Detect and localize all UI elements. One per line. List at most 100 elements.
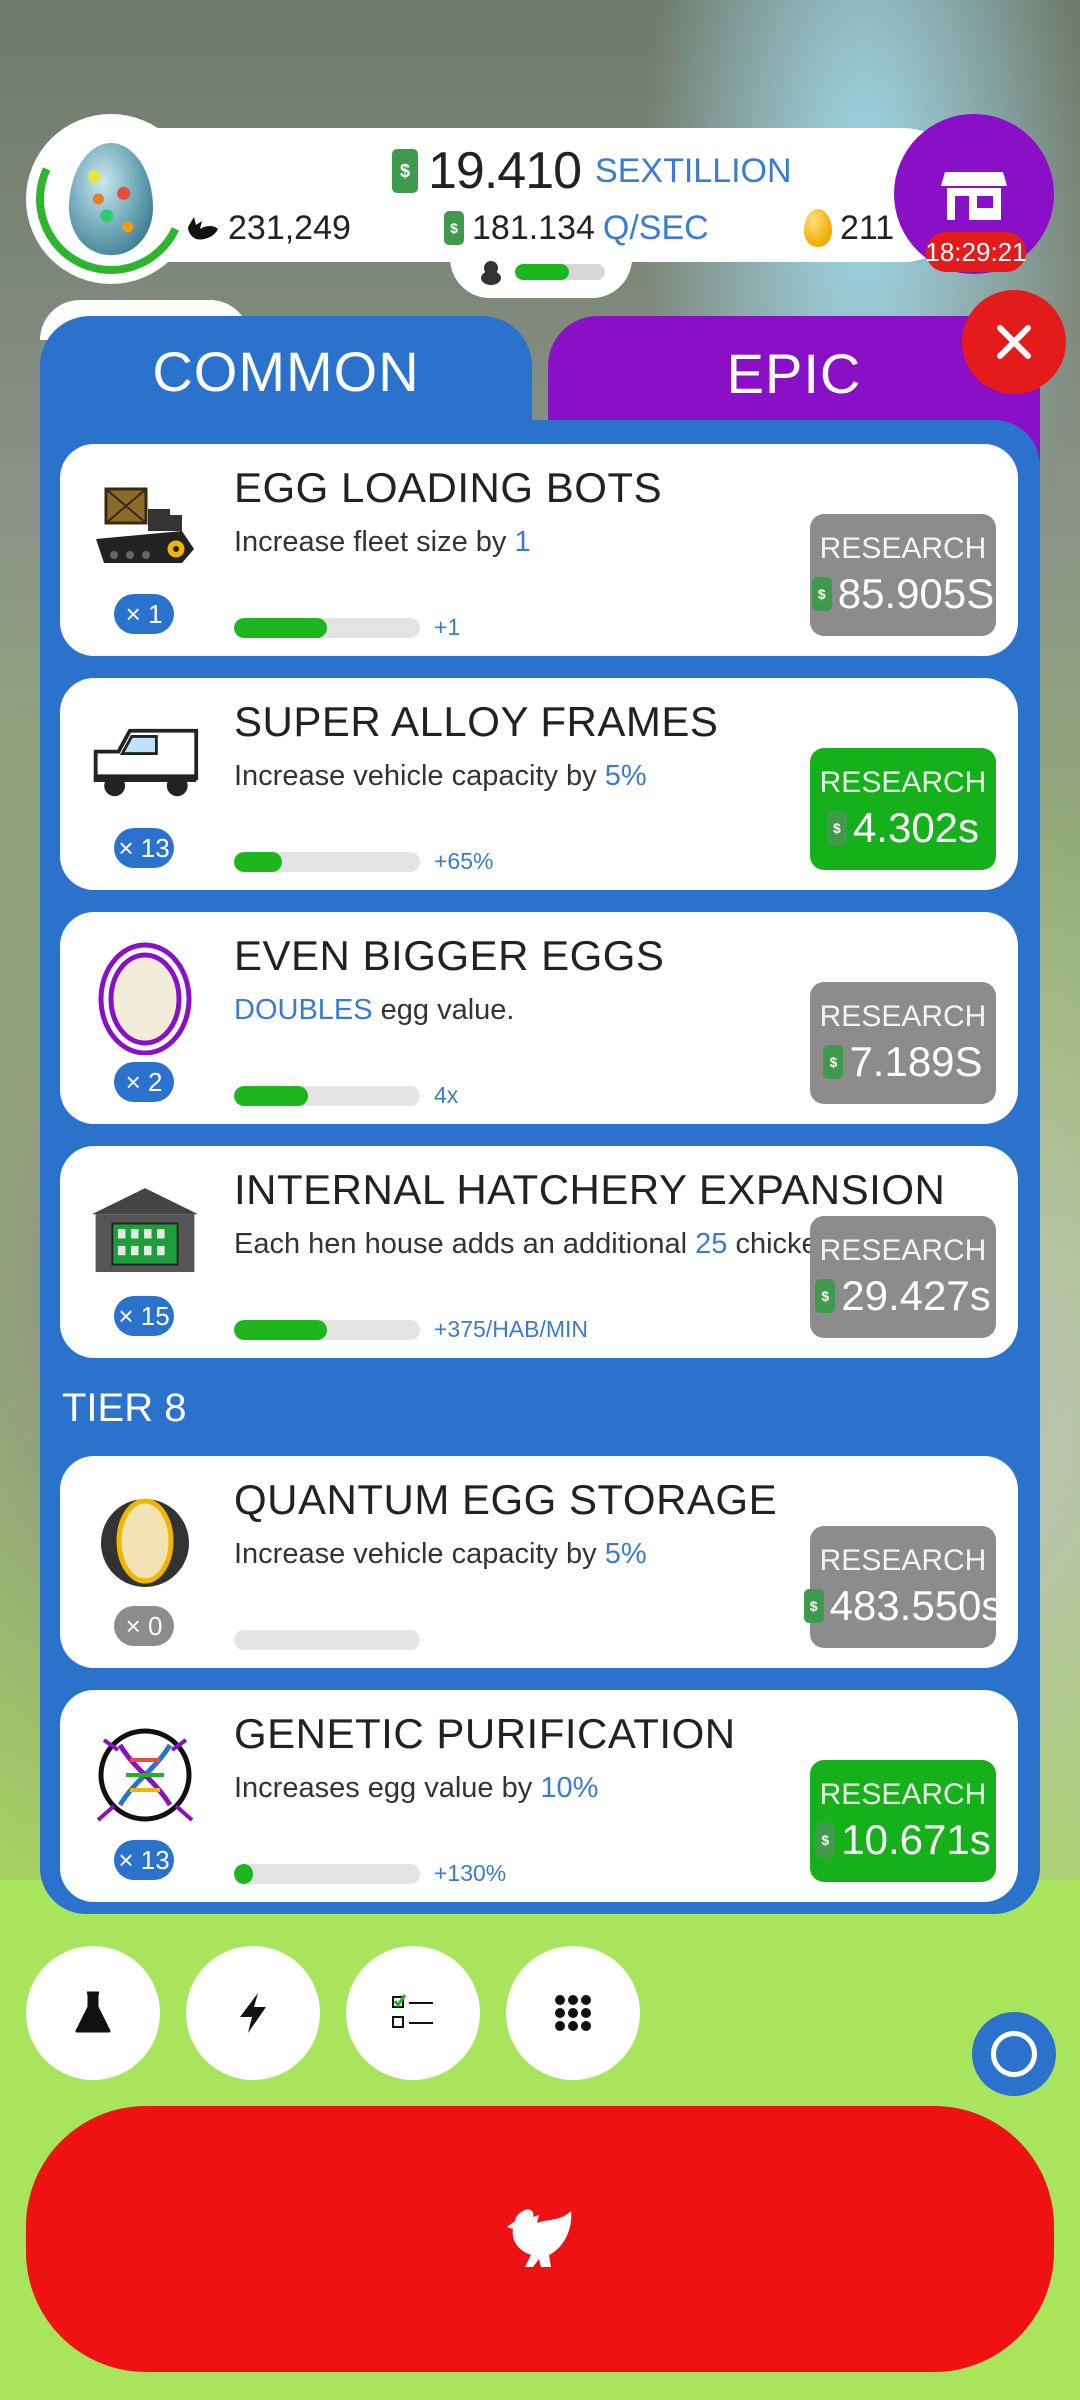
quantum-egg-icon (90, 1486, 200, 1596)
research-level-badge: × 13 (114, 828, 174, 868)
research-progress-bar (234, 1864, 420, 1884)
research-cost: $85.905S (811, 570, 994, 618)
flask-icon (75, 1991, 111, 2033)
truck-icon (90, 708, 200, 818)
hatchery-icon (90, 1176, 200, 1286)
research-item: × 0 QUANTUM EGG STORAGE Increase vehicle… (60, 1456, 1018, 1668)
research-item: × 1 EGG LOADING BOTS Increase fleet size… (60, 444, 1018, 656)
research-level-badge: × 0 (114, 1606, 174, 1646)
checklist-icon (392, 1994, 433, 2028)
shop-icon (941, 172, 1007, 220)
research-bonus: +130% (434, 1860, 507, 1886)
tab-common[interactable]: COMMON (40, 316, 532, 426)
research-bonus: 4x (434, 1082, 459, 1108)
research-progress-bar (234, 618, 420, 638)
research-button-label: RESEARCH (819, 766, 987, 799)
current-egg-button[interactable] (14, 102, 208, 296)
research-title: EVEN BIGGER EGGS (234, 932, 665, 979)
hatch-chicken-button[interactable] (26, 2106, 1054, 2372)
tier-label: TIER 8 (62, 1386, 187, 1430)
research-button-label: RESEARCH (819, 1234, 987, 1267)
research-button-label: RESEARCH (819, 1000, 987, 1033)
chicken-icon (507, 2209, 572, 2267)
cash-icon: $ (823, 1045, 844, 1079)
big-egg-icon (90, 942, 200, 1055)
research-cost: $483.550s (803, 1582, 1002, 1630)
research-panel[interactable]: × 1 EGG LOADING BOTS Increase fleet size… (40, 420, 1040, 1914)
boosts-button[interactable] (186, 1946, 320, 2080)
research-item: × 2 EVEN BIGGER EGGS DOUBLES egg value. … (60, 912, 1018, 1124)
research-description: Increases egg value by 10% (234, 1772, 599, 1804)
research-progress-bar (234, 1320, 420, 1340)
loading-bot-icon (90, 474, 200, 584)
research-cost: $4.302s (826, 804, 979, 852)
habitat-capacity-indicator (450, 246, 632, 298)
money-value: 19.410 (428, 142, 582, 200)
research-progress-bar (234, 1630, 420, 1650)
golden-eggs-value: 211 (840, 208, 895, 247)
research-title: EGG LOADING BOTS (234, 464, 663, 511)
research-description: Increase vehicle capacity by 5% (234, 760, 647, 792)
cash-icon: $ (826, 811, 847, 845)
more-menu-button[interactable] (506, 1946, 640, 2080)
lightning-icon (240, 1993, 266, 2033)
golden-egg-icon (804, 209, 832, 247)
grid-icon (555, 1995, 591, 2031)
research-item: × 13 GENETIC PURIFICATION Increases egg … (60, 1690, 1018, 1902)
habitat-progress-bar (515, 264, 605, 280)
cash-icon: $ (815, 1279, 836, 1313)
research-item: × 15 INTERNAL HATCHERY EXPANSION Each he… (60, 1146, 1018, 1358)
research-progress-bar (234, 1086, 420, 1106)
rate-unit: Q/SEC (602, 208, 709, 247)
research-description: DOUBLES egg value. (234, 994, 515, 1026)
cash-icon: $ (392, 149, 418, 193)
shop-timer: 18:29:21 (925, 232, 1027, 272)
research-button-label: RESEARCH (819, 532, 987, 565)
dna-icon (90, 1720, 200, 1830)
research-description: Each hen house adds an additional 25 chi… (234, 1228, 903, 1260)
research-button-label: RESEARCH (819, 1544, 987, 1577)
close-button[interactable] (962, 290, 1066, 394)
cash-icon: $ (803, 1589, 824, 1623)
tab-common-label: COMMON (152, 339, 420, 403)
research-level-badge: × 1 (114, 594, 174, 634)
research-cost: $10.671s (815, 1816, 991, 1864)
research-title: GENETIC PURIFICATION (234, 1710, 736, 1757)
research-button[interactable]: RESEARCH $85.905S (810, 514, 996, 636)
research-level-badge: × 15 (114, 1296, 174, 1336)
research-item: × 13 SUPER ALLOY FRAMES Increase vehicle… (60, 678, 1018, 890)
cash-icon: $ (811, 577, 832, 611)
money-unit: SEXTILLION (595, 151, 792, 190)
research-menu-button[interactable] (26, 1946, 160, 2080)
research-description: Increase vehicle capacity by 5% (234, 1538, 647, 1570)
missions-button[interactable] (346, 1946, 480, 2080)
research-description: Increase fleet size by 1 (234, 526, 531, 558)
research-button[interactable]: RESEARCH $29.427s (810, 1216, 996, 1338)
cash-icon: $ (815, 1823, 836, 1857)
earning-rate: $ 181.134 Q/SEC (444, 206, 709, 250)
camera-toggle-button[interactable] (972, 2012, 1056, 2096)
research-button[interactable]: RESEARCH $7.189S (810, 982, 996, 1104)
close-icon (997, 325, 1031, 359)
research-bonus: +65% (434, 848, 494, 874)
chick-icon (481, 261, 501, 285)
chicken-icon (188, 217, 218, 240)
research-cost: $7.189S (823, 1038, 983, 1086)
research-progress-bar (234, 852, 420, 872)
research-title: INTERNAL HATCHERY EXPANSION (234, 1166, 946, 1213)
chicken-count-value: 231,249 (228, 208, 351, 247)
tab-epic-label: EPIC (726, 341, 862, 405)
research-bonus: +375/HAB/MIN (434, 1316, 589, 1342)
research-level-badge: × 2 (114, 1062, 174, 1102)
research-button[interactable]: RESEARCH $483.550s (803, 1526, 1002, 1648)
research-button[interactable]: RESEARCH $4.302s (810, 748, 996, 870)
rate-value: 181.134 (472, 208, 595, 247)
research-level-badge: × 13 (114, 1840, 174, 1880)
research-title: SUPER ALLOY FRAMES (234, 698, 719, 745)
research-button[interactable]: RESEARCH $10.671s (810, 1760, 996, 1882)
money-display: $ 19.410 SEXTILLION (392, 140, 792, 202)
research-cost: $29.427s (815, 1272, 991, 1320)
research-bonus: +1 (434, 614, 461, 640)
research-title: QUANTUM EGG STORAGE (234, 1476, 778, 1523)
research-button-label: RESEARCH (819, 1778, 987, 1811)
